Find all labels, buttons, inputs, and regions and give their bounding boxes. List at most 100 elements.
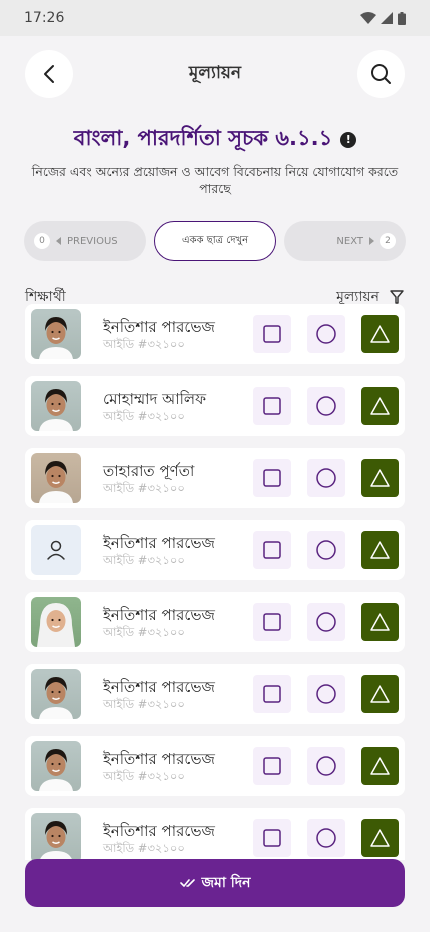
student-pager: 0 PREVIOUS একক ছাত্র দেখুন NEXT 2 [0,221,430,261]
evaluation-options [253,675,399,713]
subject-description: নিজের এবং অন্যের প্রয়োজন ও আবেগ বিবেচনা… [31,164,399,196]
eval-square-button[interactable] [253,531,291,569]
eval-square-button[interactable] [253,747,291,785]
student-photo [39,677,73,719]
eval-triangle-button[interactable] [361,531,399,569]
student-name: ইনতিশার পারভেজ [103,750,215,768]
evaluation-options [253,531,399,569]
eval-circle-button[interactable] [307,747,345,785]
next-label: NEXT [336,235,363,247]
student-row: মোহাম্মাদ আলিফ আইডি #৩২১০০ [25,376,405,436]
student-row: ইনতিশার পারভেজ আইডি #৩২১০০ [25,304,405,364]
status-time: 17:26 [24,10,65,26]
previous-button[interactable]: 0 PREVIOUS [24,221,146,261]
chevron-left-icon [44,65,54,83]
eval-circle-button[interactable] [307,315,345,353]
caret-left-icon [56,237,61,245]
eval-triangle-button[interactable] [361,603,399,641]
submit-button[interactable]: জমা দিন [25,859,405,907]
status-bar: 17:26 [0,0,430,36]
evaluation-options [253,603,399,641]
eval-triangle-button[interactable] [361,387,399,425]
square-icon [263,325,281,343]
student-row: ইনতিশার পারভেজ আইডি #৩২১০০ [25,520,405,580]
circle-icon [316,540,336,560]
eval-square-button[interactable] [253,675,291,713]
page-title: মূল্যায়ন [188,63,242,83]
avatar [31,813,81,860]
eval-square-button[interactable] [253,603,291,641]
eval-circle-button[interactable] [307,675,345,713]
eval-circle-button[interactable] [307,531,345,569]
view-single-student-button[interactable]: একক ছাত্র দেখুন [154,221,276,261]
triangle-icon [370,325,390,343]
square-icon [263,613,281,631]
student-info: ইনতিশার পারভেজ আইডি #৩২১০০ [103,677,253,711]
eval-triangle-button[interactable] [361,675,399,713]
back-button[interactable] [25,50,73,98]
eval-square-button[interactable] [253,315,291,353]
info-icon[interactable]: ! [340,131,357,148]
caret-right-icon [369,237,374,245]
circle-icon [316,684,336,704]
student-id: আইডি #৩২১০০ [103,841,185,855]
eval-triangle-button[interactable] [361,459,399,497]
student-name: মোহাম্মাদ আলিফ [103,390,207,408]
student-info: ইনতিশার পারভেজ আইডি #৩২১০০ [103,317,253,351]
student-row: ইনতিশার পারভেজ আইডি #৩২১০০ [25,592,405,652]
signal-icon [381,12,393,24]
square-icon [263,469,281,487]
student-name: ইনতিশার পারভেজ [103,606,215,624]
square-icon [263,829,281,847]
square-icon [263,757,281,775]
next-button[interactable]: NEXT 2 [284,221,406,261]
app-header: মূল্যায়ন [0,36,430,112]
student-id: আইডি #৩২১০০ [103,625,185,639]
circle-icon [316,396,336,416]
triangle-icon [370,685,390,703]
student-id: আইডি #৩২১০০ [103,409,185,423]
student-id: আইডি #৩২১০০ [103,697,185,711]
eval-triangle-button[interactable] [361,819,399,857]
avatar [31,309,81,359]
square-icon [263,397,281,415]
avatar [31,453,81,503]
evaluation-options [253,315,399,353]
avatar [31,381,81,431]
triangle-icon [370,613,390,631]
previous-label: PREVIOUS [67,235,118,247]
user-icon [47,540,65,560]
student-info: ইনতিশার পারভেজ আইডি #৩২১০০ [103,605,253,639]
student-photo [39,821,73,860]
square-icon [263,685,281,703]
subject-title-text: বাংলা, পারদর্শিতা সূচক ৬.১.১ [73,126,333,150]
square-icon [263,541,281,559]
circle-icon [316,468,336,488]
wifi-icon [360,12,376,24]
eval-square-button[interactable] [253,387,291,425]
eval-circle-button[interactable] [307,603,345,641]
eval-circle-button[interactable] [307,387,345,425]
student-name: ইনতিশার পারভেজ [103,318,215,336]
search-button[interactable] [357,50,405,98]
triangle-icon [370,829,390,847]
previous-count: 0 [34,233,50,249]
eval-square-button[interactable] [253,459,291,497]
student-photo [37,603,75,647]
student-name: তাহারাত পূর্ণতা [103,462,195,480]
avatar [31,597,81,647]
student-info: ইনতিশার পারভেজ আইডি #৩২১০০ [103,749,253,783]
eval-triangle-button[interactable] [361,315,399,353]
student-info: তাহারাত পূর্ণতা আইডি #৩২১০০ [103,461,253,495]
next-count: 2 [380,233,396,249]
triangle-icon [370,397,390,415]
eval-circle-button[interactable] [307,819,345,857]
filter-icon[interactable] [389,289,405,305]
student-list: ইনতিশার পারভেজ আইডি #৩২১০০ মোহাম্মাদ আলিফ আ… [25,304,405,860]
student-info: ইনতিশার পারভেজ আইডি #৩২১০০ [103,821,253,855]
student-name: ইনতিশার পারভেজ [103,822,215,840]
student-info: মোহাম্মাদ আলিফ আইডি #৩২১০০ [103,389,253,423]
eval-square-button[interactable] [253,819,291,857]
eval-circle-button[interactable] [307,459,345,497]
eval-triangle-button[interactable] [361,747,399,785]
